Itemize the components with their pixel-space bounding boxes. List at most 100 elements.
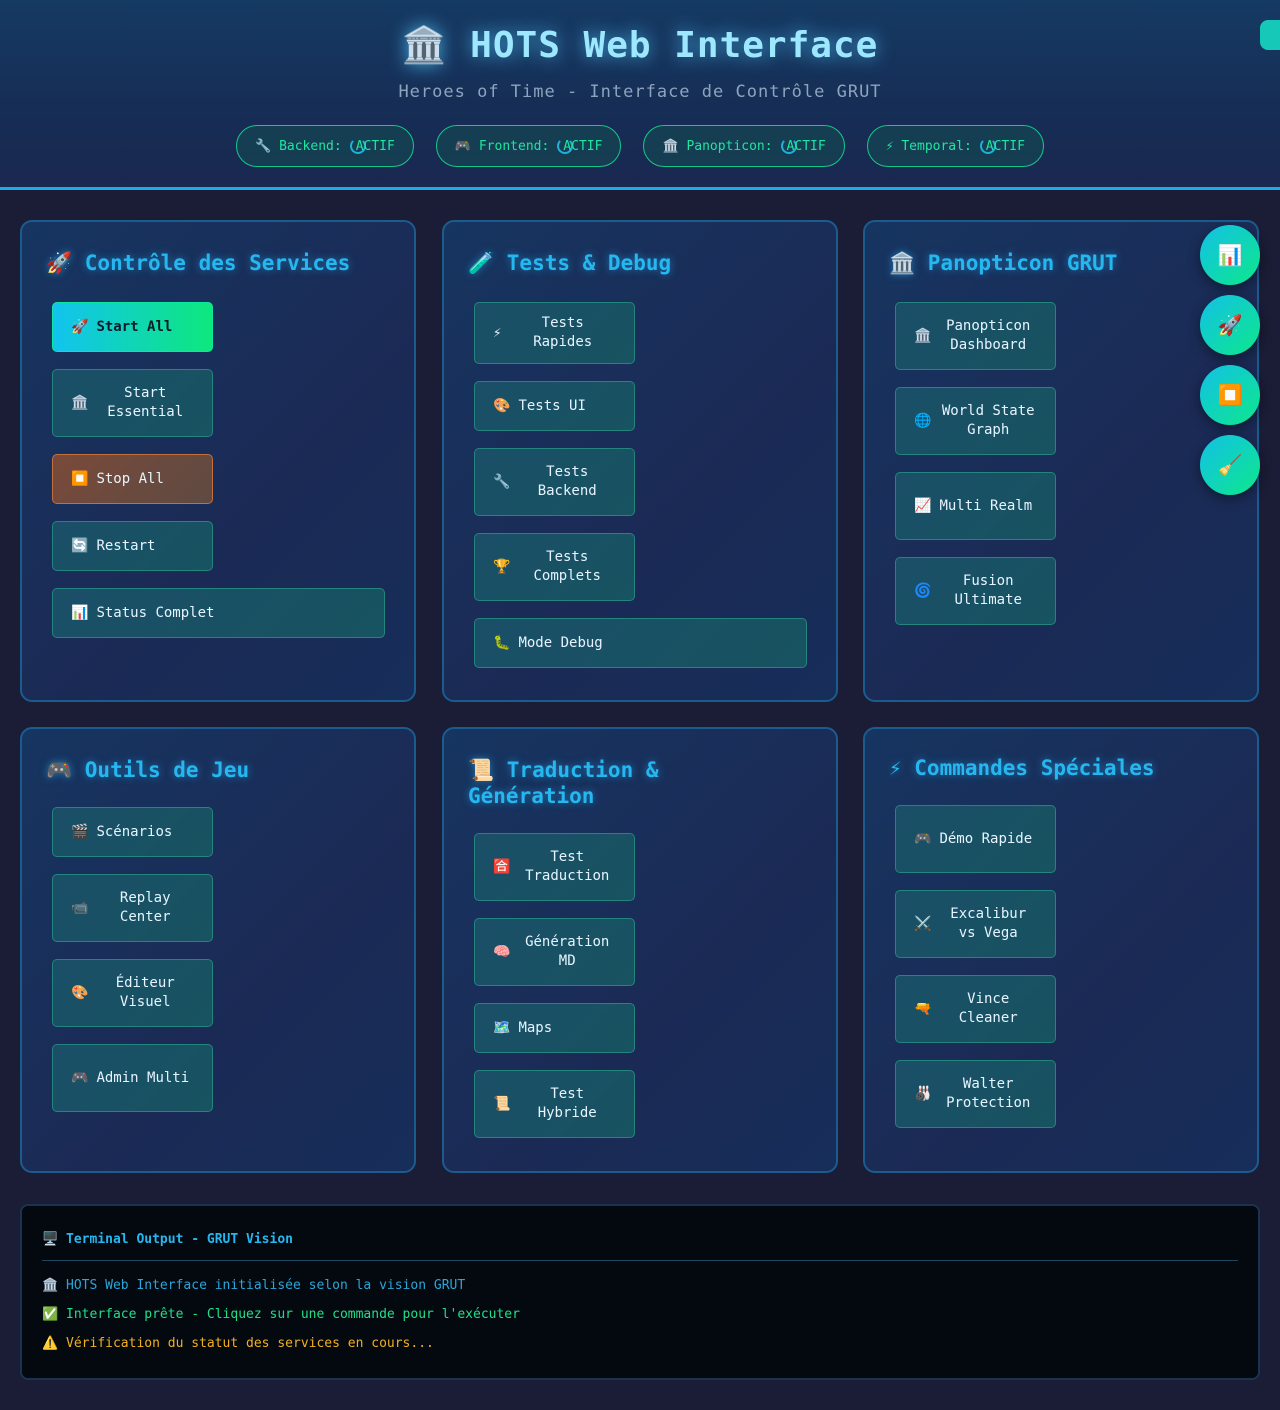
button-label: Éditeur Visuel bbox=[115, 975, 175, 1010]
multi-realm-button[interactable]: 📈 Multi Realm bbox=[895, 472, 1056, 540]
page-title: 🏛️ HOTS Web Interface bbox=[401, 25, 879, 66]
bug-icon: 🐛 bbox=[493, 634, 511, 651]
status-complet-button[interactable]: 📊 Status Complet bbox=[52, 588, 385, 638]
button-label: Test Hybride bbox=[537, 1086, 597, 1121]
test-traduction-button[interactable]: 🈴 Test Traduction bbox=[474, 833, 635, 901]
status-label: ⚡ Temporal: bbox=[885, 138, 972, 154]
terminal-line: ⚠️ Vérification du statut des services e… bbox=[42, 1336, 434, 1351]
demo-rapide-button[interactable]: 🎮 Démo Rapide bbox=[895, 805, 1056, 873]
chart-up-icon: 📈 bbox=[914, 497, 932, 514]
wrench-icon: 🔧 bbox=[493, 473, 511, 490]
header: 🏛️ HOTS Web Interface Heroes of Time - I… bbox=[0, 0, 1280, 190]
panel-title: 🏛️ Panopticon GRUT bbox=[889, 251, 1118, 275]
map-icon: 🗺️ bbox=[493, 1019, 511, 1036]
globe-icon: 🌐 bbox=[914, 412, 932, 429]
maps-button[interactable]: 🗺️ Maps bbox=[474, 1003, 635, 1053]
button-label: Maps bbox=[518, 1019, 553, 1036]
panel-services: 🚀 Contrôle des Services 🚀 Start All 🏛️ Sta… bbox=[20, 220, 416, 702]
panel-title: ⚡ Commandes Spéciales bbox=[889, 756, 1155, 780]
panopticon-dashboard-button[interactable]: 🏛️ Panopticon Dashboard bbox=[895, 302, 1056, 370]
trophy-icon: 🏆 bbox=[493, 558, 511, 575]
swords-icon: ⚔️ bbox=[914, 915, 932, 932]
button-label: Admin Multi bbox=[96, 1069, 190, 1086]
button-label: Tests Complets bbox=[533, 549, 601, 584]
panel-special: ⚡ Commandes Spéciales 🎮 Démo Rapide ⚔️ Exc… bbox=[863, 727, 1259, 1173]
rocket-icon: 🚀 bbox=[71, 318, 89, 335]
button-label: Scénarios bbox=[96, 823, 173, 840]
refresh-icon: 🔄 bbox=[71, 537, 89, 554]
cyclone-icon: 🌀 bbox=[914, 582, 932, 599]
button-label: Restart bbox=[96, 537, 156, 554]
button-label: Panopticon Dashboard bbox=[946, 318, 1031, 353]
terminal-line-text: Vérification du statut des services en c… bbox=[66, 1336, 434, 1351]
button-label: Tests Rapides bbox=[533, 315, 593, 350]
rocket-icon: 🚀 bbox=[1217, 313, 1243, 337]
stop-all-button[interactable]: ⏹️ Stop All bbox=[52, 454, 213, 504]
start-essential-button[interactable]: 🏛️ Start Essential bbox=[52, 369, 213, 437]
bowling-icon: 🎳 bbox=[914, 1085, 932, 1102]
button-label: Status Complet bbox=[96, 604, 215, 621]
panel-game-tools: 🎮 Outils de Jeu 🎬 Scénarios 📹 Replay Cente… bbox=[20, 727, 416, 1173]
replay-center-button[interactable]: 📹 Replay Center bbox=[52, 874, 213, 942]
button-label: Tests Backend bbox=[537, 464, 597, 499]
water-pistol-icon: 🔫 bbox=[914, 1000, 932, 1017]
panel-title: 🎮 Outils de Jeu bbox=[46, 758, 250, 782]
button-label: World State Graph bbox=[941, 403, 1035, 438]
terminal-line-text: Interface prête - Cliquez sur une comman… bbox=[66, 1307, 520, 1322]
editeur-visuel-button[interactable]: 🎨 Éditeur Visuel bbox=[52, 959, 213, 1027]
restart-button[interactable]: 🔄 Restart bbox=[52, 521, 213, 571]
button-label: Tests UI bbox=[518, 397, 586, 414]
terminal-title: 🖥️ Terminal Output - GRUT Vision bbox=[42, 1232, 293, 1247]
excalibur-vega-button[interactable]: ⚔️ Excalibur vs Vega bbox=[895, 890, 1056, 958]
start-fab[interactable]: 🚀 bbox=[1200, 295, 1260, 355]
walter-protection-button[interactable]: 🎳 Walter Protection bbox=[895, 1060, 1056, 1128]
status-panopticon: 🏛️ Panopticon: ACTIF bbox=[643, 125, 845, 167]
terminal-line-text: HOTS Web Interface initialisée selon la … bbox=[66, 1278, 466, 1293]
status-value: ACTIF bbox=[985, 138, 1025, 154]
brain-icon: 🧠 bbox=[493, 943, 511, 960]
button-label: Multi Realm bbox=[939, 497, 1033, 514]
panel-title: 🧪 Tests & Debug bbox=[468, 251, 672, 275]
tests-complets-button[interactable]: 🏆 Tests Complets bbox=[474, 533, 635, 601]
world-state-graph-button[interactable]: 🌐 World State Graph bbox=[895, 387, 1056, 455]
button-label: Génération MD bbox=[525, 934, 610, 969]
stop-fab[interactable]: ⏹️ bbox=[1200, 365, 1260, 425]
mode-debug-button[interactable]: 🐛 Mode Debug bbox=[474, 618, 807, 668]
tests-rapides-button[interactable]: ⚡ Tests Rapides bbox=[474, 302, 635, 364]
tests-backend-button[interactable]: 🔧 Tests Backend bbox=[474, 448, 635, 516]
tests-ui-button[interactable]: 🎨 Tests UI bbox=[474, 381, 635, 431]
gamepad-icon: 🎮 bbox=[71, 1069, 89, 1086]
button-label: Start Essential bbox=[107, 385, 184, 420]
test-hybride-button[interactable]: 📜 Test Hybride bbox=[474, 1070, 635, 1138]
panel-title: 📜 Traduction & Génération bbox=[468, 758, 659, 808]
lightning-icon: ⚡ bbox=[493, 324, 502, 341]
scenarios-button[interactable]: 🎬 Scénarios bbox=[52, 807, 213, 857]
status-frontend: 🎮 Frontend: ACTIF bbox=[435, 125, 622, 167]
start-all-button[interactable]: 🚀 Start All bbox=[52, 302, 213, 352]
generation-md-button[interactable]: 🧠 Génération MD bbox=[474, 918, 635, 986]
status-value: ACTIF bbox=[355, 138, 395, 154]
status-label: 🔧 Backend: bbox=[255, 138, 342, 154]
status-temporal: ⚡ Temporal: ACTIF bbox=[866, 125, 1044, 167]
panel-tests: 🧪 Tests & Debug ⚡ Tests Rapides 🎨 Tests UI… bbox=[442, 220, 838, 702]
palette-icon: 🎨 bbox=[71, 984, 89, 1001]
admin-multi-button[interactable]: 🎮 Admin Multi bbox=[52, 1044, 213, 1112]
terminal-divider bbox=[42, 1260, 1238, 1261]
service-status-row: 🔧 Backend: ACTIF 🎮 Frontend: ACTIF 🏛️ Pa… bbox=[0, 125, 1280, 167]
status-value: ACTIF bbox=[563, 138, 603, 154]
side-tab[interactable] bbox=[1260, 20, 1280, 50]
chart-icon: 📊 bbox=[1217, 243, 1243, 267]
page-subtitle: Heroes of Time - Interface de Contrôle G… bbox=[398, 82, 882, 102]
clean-fab[interactable]: 🧹 bbox=[1200, 435, 1260, 495]
status-label: 🎮 Frontend: bbox=[454, 138, 550, 154]
button-label: Walter Protection bbox=[946, 1076, 1031, 1111]
status-value: ACTIF bbox=[786, 138, 826, 154]
fusion-ultimate-button[interactable]: 🌀 Fusion Ultimate bbox=[895, 557, 1056, 625]
stop-icon: ⏹️ bbox=[71, 470, 89, 487]
vince-cleaner-button[interactable]: 🔫 Vince Cleaner bbox=[895, 975, 1056, 1043]
translate-icon: 🈴 bbox=[493, 858, 511, 875]
chart-icon: 📊 bbox=[71, 604, 89, 621]
status-fab[interactable]: 📊 bbox=[1200, 225, 1260, 285]
gamepad-icon: 🎮 bbox=[914, 830, 932, 847]
clapper-icon: 🎬 bbox=[71, 823, 89, 840]
